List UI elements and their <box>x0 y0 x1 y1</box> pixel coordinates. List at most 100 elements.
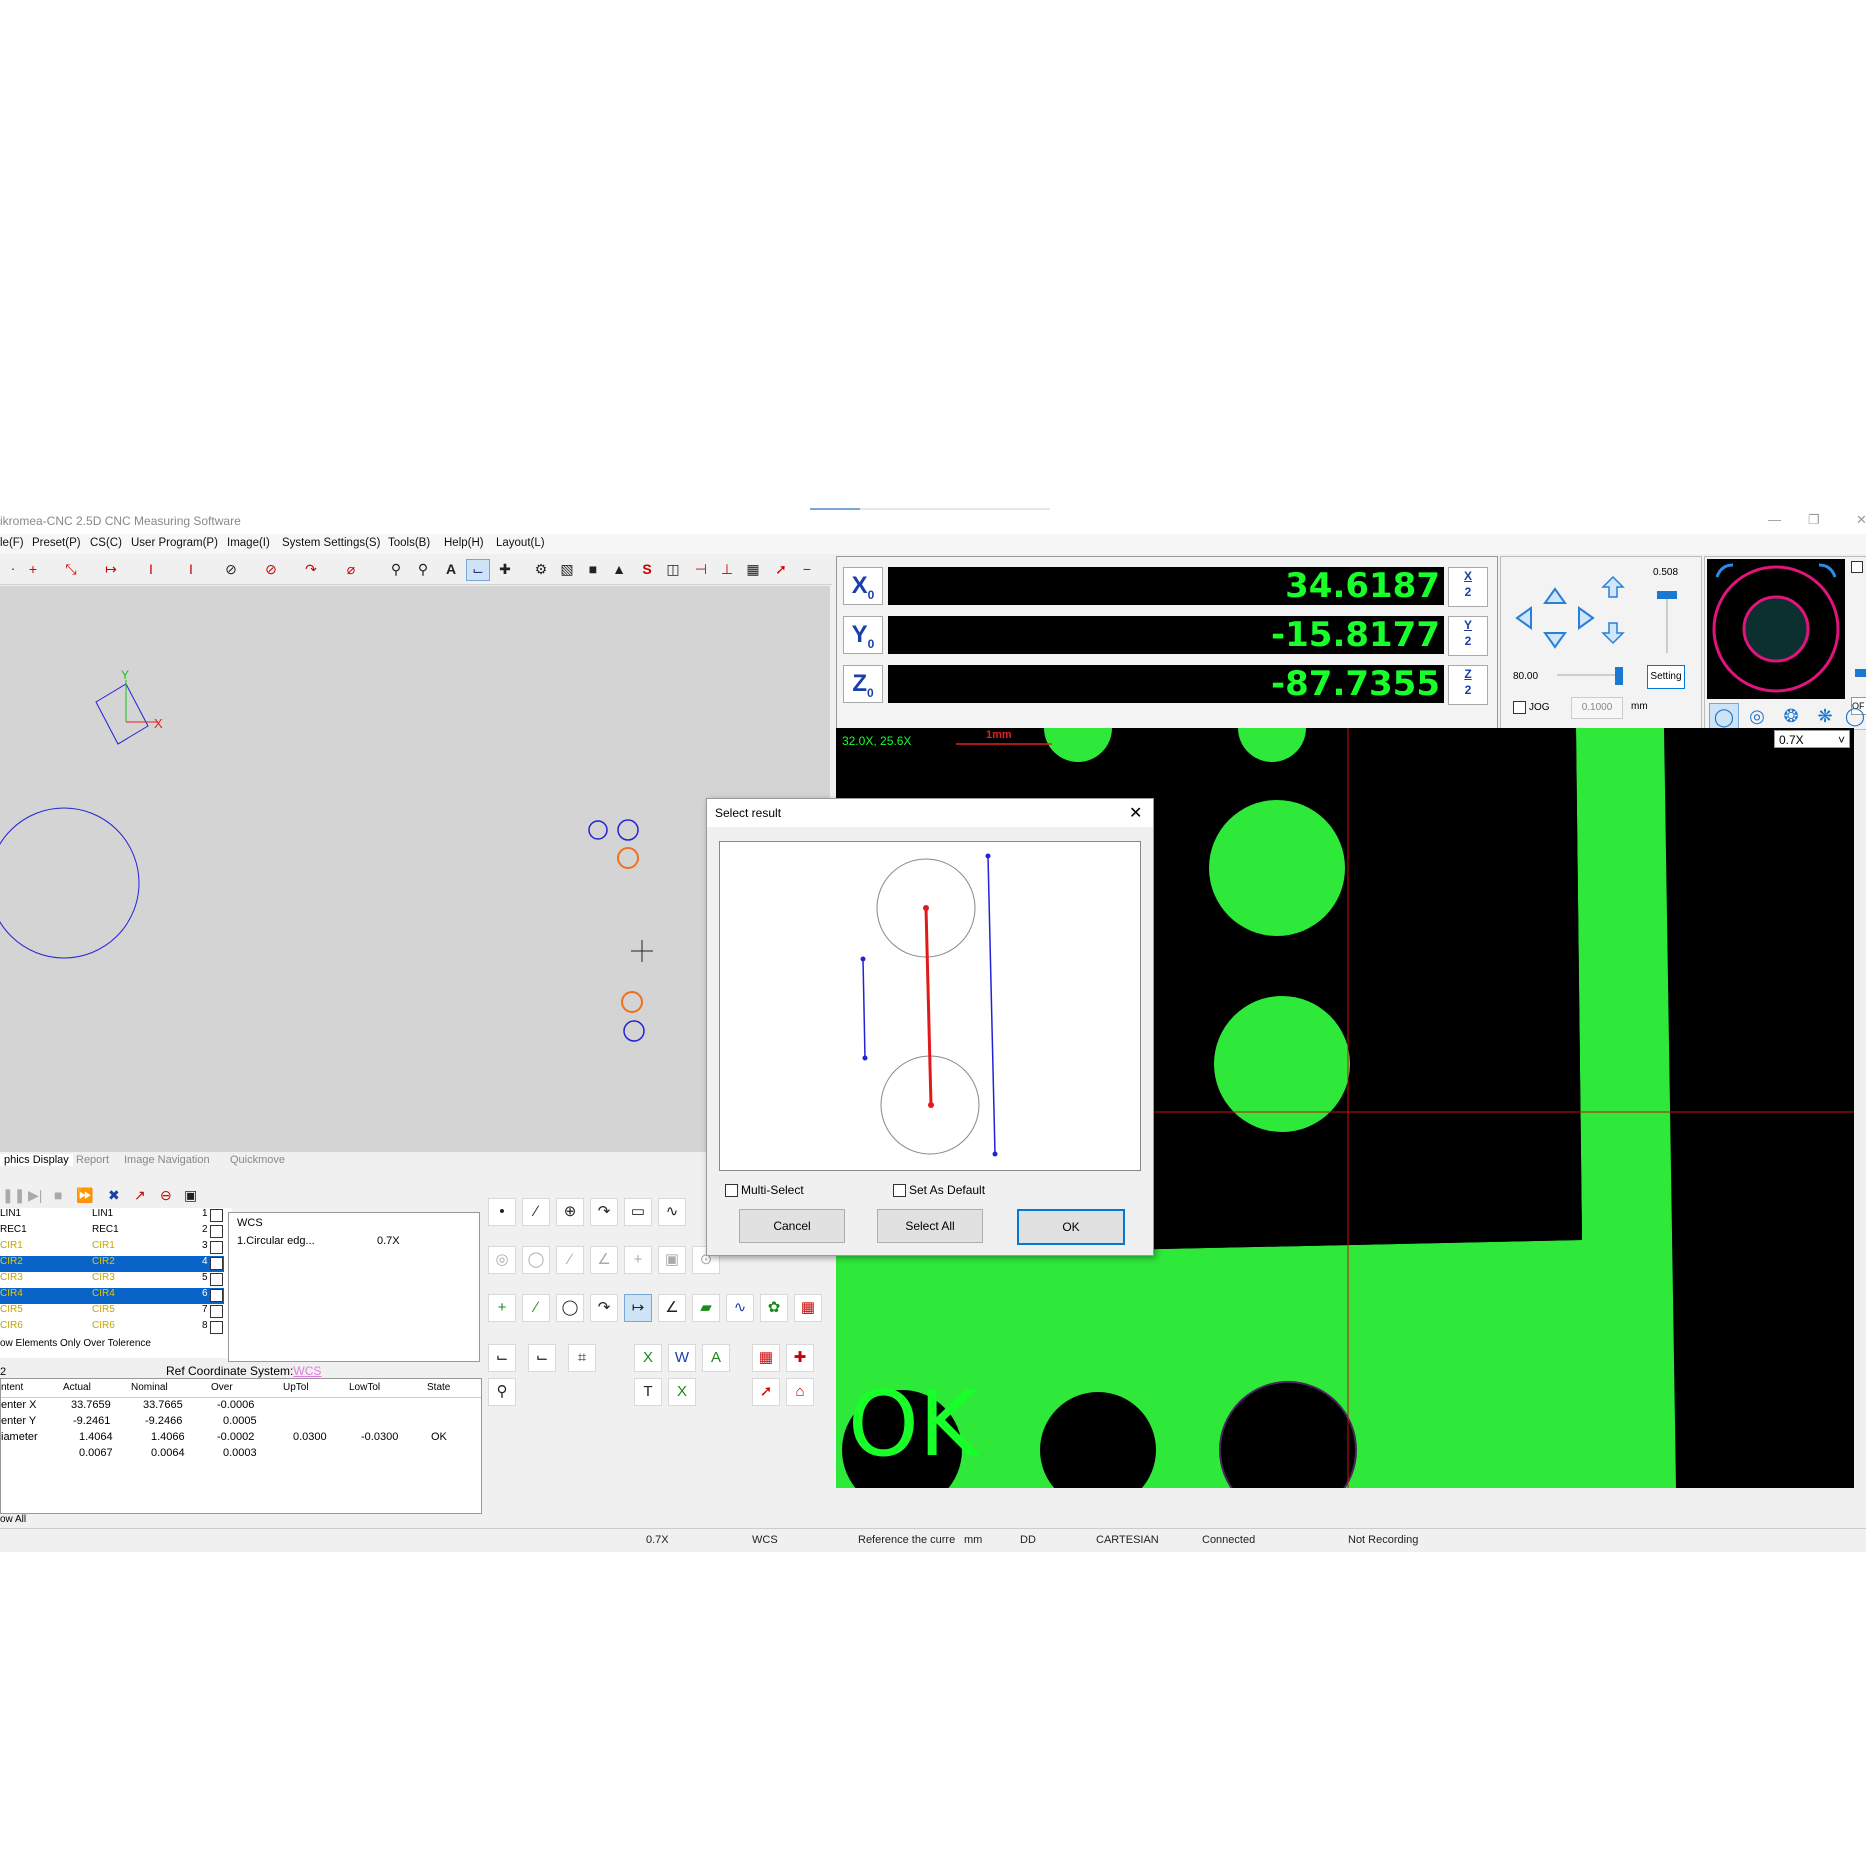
edge-circle-button[interactable]: ◯ <box>522 1246 550 1274</box>
angle-tool-button[interactable]: ∠ <box>590 1246 618 1274</box>
distance-tool-icon[interactable]: ↦ <box>100 559 122 579</box>
calculator-button[interactable]: ▦ <box>794 1294 822 1322</box>
segment-light-icon[interactable]: ❂ <box>1777 703 1805 729</box>
tab-graphics-display[interactable]: phics Display <box>0 1154 73 1166</box>
menu-user-program[interactable]: User Program(P) <box>131 537 218 549</box>
ref-cs-link[interactable]: WCS <box>293 1364 321 1378</box>
menu-file[interactable]: le(F) <box>0 537 24 549</box>
coax-light-icon[interactable]: ◎ <box>1743 703 1771 729</box>
angle-construct-button[interactable]: ∠ <box>658 1294 686 1322</box>
construct-arc-button[interactable]: ↷ <box>590 1294 618 1322</box>
datum-search-button[interactable]: ⚲ <box>488 1378 516 1406</box>
filter-label[interactable]: ow Elements Only Over Tolerence <box>0 1338 151 1349</box>
tab-image-navigation[interactable]: Image Navigation <box>124 1154 210 1166</box>
table-row[interactable]: iameter 1.4064 1.4066 -0.0002 0.0300 -0.0300 O… <box>1 1431 481 1447</box>
tools-icon[interactable]: ✖ <box>108 1187 120 1204</box>
contour-button[interactable]: ✿ <box>760 1294 788 1322</box>
line-tool-button[interactable]: ∕ <box>522 1198 550 1226</box>
tab-quickmove[interactable]: Quickmove <box>230 1154 285 1166</box>
image-tool-button[interactable]: ▣ <box>658 1246 686 1274</box>
multi-select-checkbox[interactable]: Multi-Select <box>725 1183 804 1198</box>
table-row[interactable]: enter Y -9.2461 -9.2466 0.0005 <box>1 1415 481 1431</box>
measure-line-icon[interactable]: − <box>796 559 818 579</box>
home-button[interactable]: ⌂ <box>786 1378 814 1406</box>
ok-button[interactable]: OK <box>1017 1209 1125 1245</box>
table-row[interactable]: 0.0067 0.0064 0.0003 <box>1 1447 481 1463</box>
cross-point-tool-icon[interactable]: + <box>22 559 44 579</box>
step-icon[interactable]: ▶| <box>28 1187 42 1204</box>
xyz-icon[interactable]: ↗ <box>134 1187 146 1204</box>
table-row[interactable]: enter X 33.7659 33.7665 -0.0006 <box>1 1399 481 1415</box>
crosshair-button[interactable]: ✚ <box>786 1344 814 1372</box>
ring-tool-button[interactable]: ◎ <box>488 1246 516 1274</box>
list-item[interactable]: REC1 REC1 2 <box>0 1224 224 1240</box>
zoom-select[interactable]: 0.7X ˅ <box>1774 730 1850 748</box>
list-item[interactable]: CIR3 CIR3 5 <box>0 1272 224 1288</box>
distance-construct-button[interactable]: ↦ <box>624 1294 652 1322</box>
arc-tool-icon[interactable]: ↷ <box>300 559 322 579</box>
construct-circle-button[interactable]: ◯ <box>556 1294 584 1322</box>
color-bars-button[interactable]: ▦ <box>752 1344 780 1372</box>
horizontal-line-icon[interactable]: ⊣ <box>690 559 712 579</box>
zoom-in-icon[interactable]: ⚲ <box>385 559 407 579</box>
report-icon[interactable]: ◫ <box>662 559 684 579</box>
pin-icon[interactable]: ➚ <box>770 559 792 579</box>
point-tool-icon[interactable]: ⋅ <box>2 559 24 579</box>
list-item[interactable]: LIN1 LIN1 1 <box>0 1208 224 1224</box>
datum-align-button[interactable]: ⌙ <box>528 1344 556 1372</box>
result-preview[interactable] <box>719 841 1141 1171</box>
curve-tool-button[interactable]: ∿ <box>658 1198 686 1226</box>
light-preview[interactable] <box>1707 559 1845 699</box>
vertical-measure-icon[interactable]: I <box>180 559 202 579</box>
ring-light-icon[interactable]: ◯ <box>1709 703 1739 731</box>
cancel-button[interactable]: Cancel <box>739 1209 845 1243</box>
bottom-light-icon[interactable]: ◯ <box>1843 703 1866 729</box>
menu-system-settings[interactable]: System Settings(S) <box>282 537 380 549</box>
export-txt-button[interactable]: T <box>634 1378 662 1406</box>
menu-image[interactable]: Image(I) <box>227 537 270 549</box>
text-tool-icon[interactable]: A <box>440 559 462 579</box>
circle-tool-icon[interactable]: ⊘ <box>220 559 242 579</box>
probe-icon[interactable]: ▧ <box>556 559 578 579</box>
menu-preset[interactable]: Preset(P) <box>32 537 81 549</box>
set-as-default-checkbox[interactable]: Set As Default <box>893 1183 985 1198</box>
tab-report[interactable]: Report <box>76 1154 109 1166</box>
select-all-button[interactable]: Select All <box>877 1209 983 1243</box>
edge-tool-icon[interactable]: ▲ <box>608 559 630 579</box>
dialog-close-icon[interactable]: ✕ <box>1129 803 1142 823</box>
construct-line-button[interactable]: ∕ <box>522 1294 550 1322</box>
datum-origin-button[interactable]: ⌙ <box>488 1344 516 1372</box>
settings-gear-icon[interactable]: ⚙ <box>530 559 552 579</box>
export-excel-button[interactable]: X <box>634 1344 662 1372</box>
y-half-button[interactable]: Y2 <box>1448 616 1488 656</box>
diameter-tool-icon[interactable]: ⌀ <box>340 559 362 579</box>
list-item[interactable]: CIR6 CIR6 8 <box>0 1320 224 1336</box>
x-half-button[interactable]: X2 <box>1448 567 1488 607</box>
perp-icon[interactable]: ⊥ <box>716 559 738 579</box>
construct-point-button[interactable]: + <box>488 1294 516 1322</box>
light-checkbox[interactable] <box>1851 561 1863 573</box>
menu-help[interactable]: Help(H) <box>444 537 484 549</box>
menu-cs[interactable]: CS(C) <box>90 537 122 549</box>
step-input[interactable]: 0.1000 <box>1571 697 1623 719</box>
z-half-button[interactable]: Z2 <box>1448 665 1488 705</box>
jog-checkbox[interactable]: JOG <box>1513 701 1550 714</box>
spline-button[interactable]: ∿ <box>726 1294 754 1322</box>
grid-icon[interactable]: ▦ <box>742 559 764 579</box>
line-tool-icon[interactable]: ⤡ <box>60 559 82 579</box>
coordinate-tool-icon[interactable]: ⌙ <box>466 559 490 581</box>
import-excel-button[interactable]: X <box>668 1378 696 1406</box>
stop-icon[interactable]: ■ <box>54 1187 62 1203</box>
restore-icon[interactable]: ❐ <box>1808 512 1820 528</box>
setting-button[interactable]: Setting <box>1647 665 1685 689</box>
no-circle-icon[interactable]: ⊘ <box>260 559 282 579</box>
export-word-button[interactable]: W <box>668 1344 696 1372</box>
point-tool-button[interactable]: • <box>488 1198 516 1226</box>
minimize-icon[interactable]: — <box>1768 512 1781 527</box>
rect-tool-button[interactable]: ▭ <box>624 1198 652 1226</box>
cross-tool-button[interactable]: + <box>624 1246 652 1274</box>
camera-icon[interactable]: ▣ <box>184 1187 197 1204</box>
menu-layout[interactable]: Layout(L) <box>496 537 545 549</box>
datum-save-button[interactable]: ⌗ <box>568 1344 596 1372</box>
show-all-button[interactable]: ow All <box>0 1514 26 1525</box>
